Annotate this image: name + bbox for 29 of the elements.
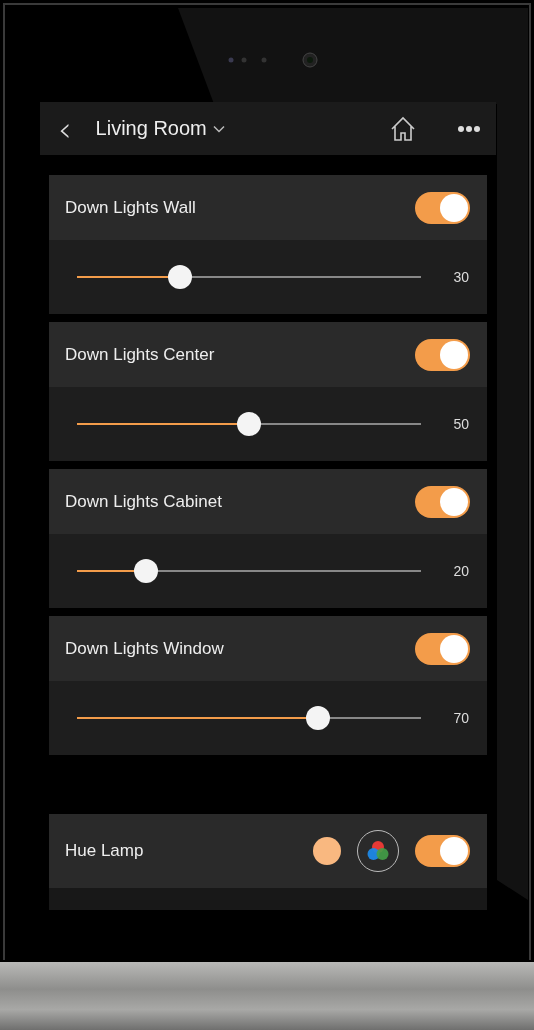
color-circles-icon — [366, 839, 390, 863]
brightness-slider[interactable] — [77, 265, 421, 289]
brightness-value: 20 — [452, 563, 469, 579]
toggle-switch[interactable] — [415, 485, 470, 518]
slider-thumb[interactable] — [305, 706, 330, 730]
toggle-switch[interactable] — [415, 632, 470, 665]
brightness-value: 30 — [452, 269, 469, 285]
slider-thumb[interactable] — [133, 559, 158, 583]
light-name: Down Lights Cabinet — [65, 491, 223, 512]
toggle-switch[interactable] — [415, 191, 470, 224]
brightness-slider[interactable] — [77, 706, 421, 730]
toggle-switch[interactable] — [415, 835, 470, 867]
light-name: Down Lights Center — [65, 344, 216, 365]
light-name: Down Lights Wall — [65, 197, 197, 218]
light-name: Hue Lamp — [65, 841, 145, 861]
brightness-slider[interactable] — [77, 559, 421, 583]
home-icon[interactable] — [390, 115, 416, 142]
room-selector[interactable]: Living Room — [95, 117, 225, 140]
toggle-switch[interactable] — [415, 338, 470, 371]
more-icon[interactable] — [458, 125, 480, 132]
slider-thumb[interactable] — [237, 412, 261, 436]
color-swatch[interactable] — [313, 837, 341, 865]
back-button[interactable]: ‹ — [58, 111, 72, 146]
brightness-slider[interactable] — [77, 412, 421, 436]
brightness-value: 70 — [452, 710, 469, 726]
light-name: Down Lights Window — [65, 638, 225, 659]
chevron-down-icon — [212, 124, 225, 133]
brightness-value: 50 — [452, 416, 469, 432]
slider-thumb[interactable] — [168, 265, 193, 289]
